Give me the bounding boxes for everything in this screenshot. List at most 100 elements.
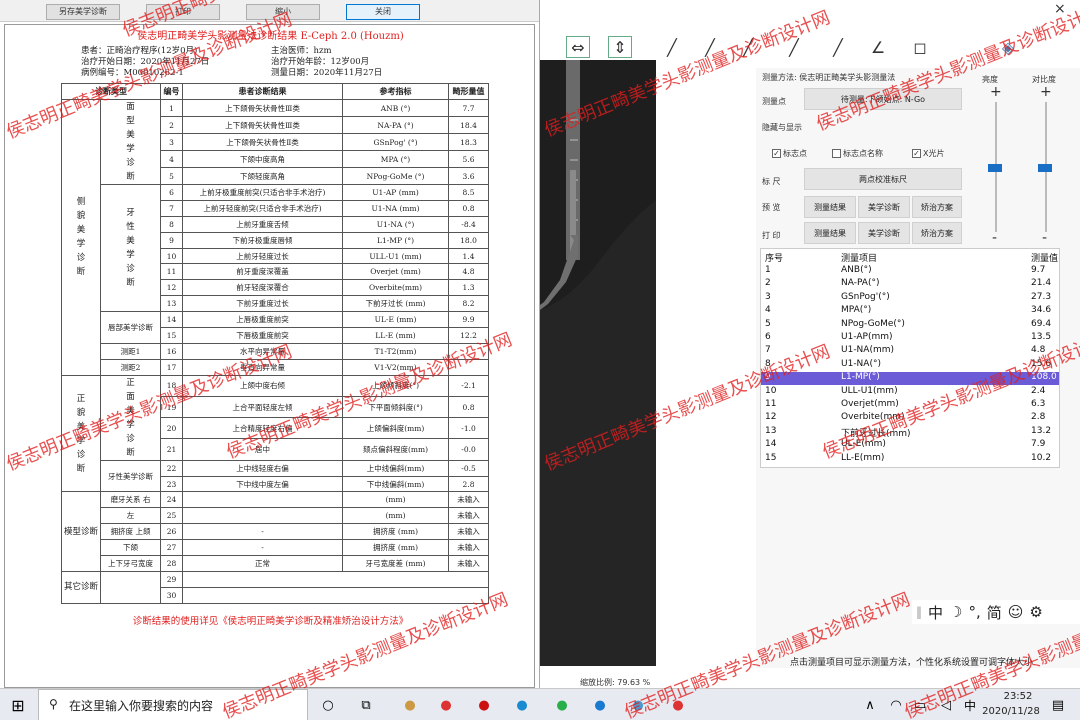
list-item[interactable]: 11 Overjet(mm) 6.3 [761,399,1059,412]
preview-aesthetic-button[interactable]: 美学诊断 [858,196,910,218]
diagnosis-table: 诊断类型 编号 患者诊断结果 参考指标 畸形量值 侧貌美学诊断 面型美学诊断 1… [60,83,490,604]
task-view-icon[interactable]: ⧉ [356,696,376,714]
header-no: 编号 [160,83,184,100]
contrast-minus[interactable]: - [1042,230,1047,246]
landmark-checkbox[interactable]: ✓ 标志点 [772,148,807,159]
list-item[interactable]: 14 UL-E(mm) 7.9 [761,439,1059,452]
line-tool-icon[interactable]: ╱ [738,36,758,58]
print-label: 打 印 [762,231,781,240]
table-row: 测距1 16 水平向异常量 T1-T2(mm) [62,342,490,360]
contrast-thumb[interactable] [1038,164,1052,172]
moon-icon[interactable]: ☽ [949,603,962,621]
cat-upper: 上颌 [135,527,151,537]
volume-icon[interactable]: ◁ [936,696,956,714]
check-icon: ✓ [772,149,781,158]
angle-tool-icon[interactable]: ∠ [868,36,888,58]
table-row: 上下牙弓宽度 28 正常 牙弓宽度差 (mm) 未输入 [62,555,490,572]
chevron-up-icon[interactable]: ∧ [860,696,880,714]
print-button[interactable]: 打印 [146,4,220,20]
table-row: 下颌 27- 拥挤度 (mm) 未输入 [62,539,490,557]
preview-label: 预 览 [762,203,781,212]
app-icon[interactable]: ● [668,696,688,714]
windows-start-icon[interactable]: ⊞ [8,696,28,715]
clock-time[interactable]: 23:52 [998,691,1038,702]
app-icon[interactable]: ● [590,696,610,714]
preview-plan-button[interactable]: 矫治方案 [912,196,962,218]
list-item[interactable]: 6 U1-AP(mm) 13.5 [761,332,1059,345]
shrink-button[interactable]: 缩小 [246,4,320,20]
list-item[interactable]: 2 NA-PA(°) 21.4 [761,278,1059,291]
print-plan-button[interactable]: 矫治方案 [912,222,962,244]
xray-checkbox[interactable]: ✓ X光片 [912,148,944,159]
emoji-icon[interactable]: ☺ [1008,603,1024,621]
brightness-thumb[interactable] [988,164,1002,172]
diamond-icon[interactable]: ◈ [996,36,1020,58]
notification-icon[interactable]: ▤ [1048,696,1068,714]
calibrate-ruler-button[interactable]: 两点校准标尺 [804,168,962,190]
wechat-icon[interactable]: ● [552,696,572,714]
list-item[interactable]: 1 ANB(°) 9.7 [761,265,1059,278]
cat-left: 左 [100,507,162,525]
list-item[interactable]: 12 Overbite(mm) 2.8 [761,412,1059,425]
print-result-button[interactable]: 测量结果 [804,222,856,244]
list-item[interactable]: 13 下前牙过长(mm) 13.2 [761,426,1059,439]
settings-icon[interactable]: ⚙ [1029,603,1042,621]
clock-date[interactable]: 2020/11/28 [982,706,1040,717]
table-row: 正貌美学诊断 正面美学诊断 18 上颌中度右倾 上颌倾斜度(°) -2.1 [60,374,490,493]
simplified-icon[interactable]: 简 [987,602,1002,623]
edge-icon[interactable]: ● [512,696,532,714]
list-item[interactable]: 4 MPA(°) 34.6 [761,305,1059,318]
contrast-plus[interactable]: + [1040,84,1052,100]
brightness-plus[interactable]: + [990,84,1002,100]
table-row: 模型诊断 磨牙关系 右 24 (mm) 未输入 [60,491,490,572]
flash-icon[interactable]: ● [474,696,494,714]
list-item[interactable]: 9 L1-MP(°) 108.0 [761,372,1059,386]
rect-tool-icon[interactable]: ◻ [910,36,930,58]
cat-arch-width: 上下牙弓宽度 [100,555,162,572]
list-item[interactable]: 5 NPog-GoMe(°) 69.4 [761,319,1059,332]
battery-icon[interactable]: ▭ [910,696,930,714]
fit-width-icon[interactable]: ⇔ [566,36,590,58]
close-icon[interactable]: × [1054,1,1066,17]
cat-frontal: 正貌美学诊断 [76,393,86,474]
close-button[interactable]: 关闭 [346,4,420,20]
cat-model: 模型诊断 [60,491,102,572]
ruler-label: 标 尺 [762,177,781,186]
ime-mode[interactable]: 中 [928,602,943,623]
wifi-icon[interactable]: ◠ [886,696,906,714]
preview-result-button[interactable]: 测量结果 [804,196,856,218]
list-item[interactable]: 3 GSnPog'(°) 27.3 [761,292,1059,305]
brightness-minus[interactable]: - [992,230,997,246]
case-number: 病例编号：M00010262-1 [81,68,184,78]
save-aesthetic-button[interactable]: 另存美学诊断 [46,4,120,20]
cortana-icon[interactable]: ○ [318,696,338,714]
fit-height-icon[interactable]: ⇕ [608,36,632,58]
print-aesthetic-button[interactable]: 美学诊断 [858,222,910,244]
search-box[interactable]: ⚲ 在这里输入你要搜索的内容 [38,689,308,720]
app-icon[interactable]: ● [400,696,420,714]
cat-lower: 下颌 [100,539,162,557]
list-item[interactable]: 8 U1-NA(°) 15.6 [761,359,1059,372]
ime-indicator[interactable]: 中 [960,696,980,714]
header-result: 患者诊断结果 [182,83,344,100]
hide-show-label: 隐藏与显示 [762,123,802,132]
line-tool-icon[interactable]: ╱ [784,36,804,58]
taskbar: ⊞ ⚲ 在这里输入你要搜索的内容 ○ ⧉ ● ● ● ● ● ● ● ● ∧ ◠… [0,688,1080,720]
line-tool-icon[interactable]: ╱ [828,36,848,58]
list-item[interactable]: 7 U1-NA(mm) 4.8 [761,345,1059,358]
app-icon[interactable]: ● [436,696,456,714]
cat-other: 其它诊断 [60,570,102,604]
cat-lip: 唇部美学诊断 [100,311,162,344]
line-tool-icon[interactable]: ╱ [662,36,682,58]
report-title: 侯志明正畸美学头影测量法诊断结果 E-Ceph 2.0 (Houzm) [137,31,404,42]
list-item[interactable]: 15 LL-E(mm) 10.2 [761,453,1059,466]
list-item[interactable]: 10 ULL-U1(mm) 2.4 [761,386,1059,399]
cat-dental: 牙性美学诊断 [126,208,135,289]
landmark-name-checkbox[interactable]: 标志点名称 [832,148,883,159]
punct-icon[interactable]: °, [968,603,980,621]
point-value[interactable]: 待测量:下颌始点: N-Go [804,88,962,110]
line-tool-icon[interactable]: ╱ [700,36,720,58]
table-row: 唇部美学诊断 14 上唇极重度前突 UL-E (mm) 9.9 [62,311,490,344]
app-icon[interactable]: ● [628,696,648,714]
table-row: 侧貌美学诊断 面型美学诊断 1 上下颌骨矢状骨性Ⅲ类 ANB (°) 7.7 [60,99,490,376]
